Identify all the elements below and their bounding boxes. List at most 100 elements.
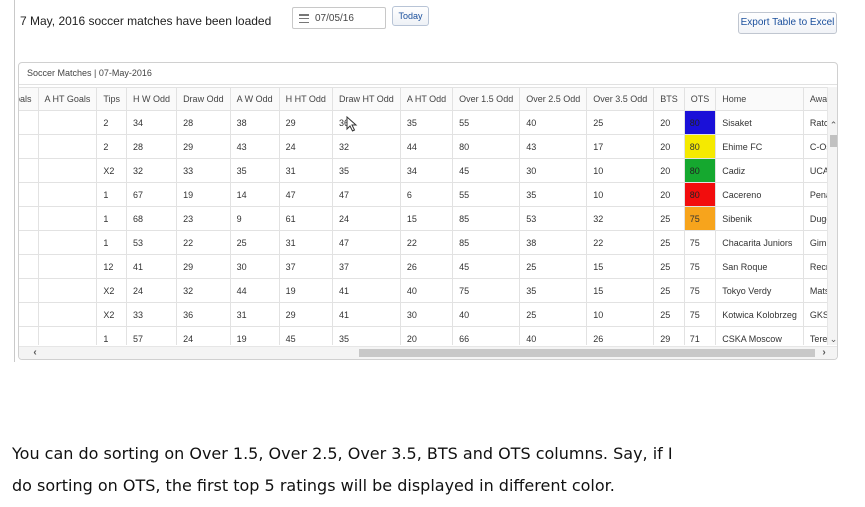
table-cell: Cacereno — [715, 182, 804, 207]
table-cell: 20 — [653, 134, 685, 159]
table-cell: 14 — [229, 182, 280, 207]
column-header[interactable]: OTS — [683, 87, 717, 111]
table-cell: 9 — [229, 206, 280, 231]
table-cell: 25 — [653, 230, 685, 255]
table-cell: 47 — [331, 182, 401, 207]
table-cell: 29 — [653, 326, 685, 345]
column-header[interactable]: A HT Odd — [399, 87, 454, 111]
table-cell: 44 — [229, 278, 280, 303]
table-row[interactable]: 22829432432448043172080Ehime FCC-Osaka — [19, 134, 827, 159]
table-cell — [37, 302, 98, 327]
column-header[interactable]: BTS — [653, 87, 685, 111]
table-cell: 19 — [229, 326, 280, 345]
table-row[interactable]: 1671914474765535102080CacerenoPena Sport — [19, 182, 827, 207]
scroll-left-icon[interactable]: ‹ — [29, 347, 41, 359]
table-cell: 12 — [96, 254, 128, 279]
export-excel-button[interactable]: Export Table to Excel — [738, 12, 837, 34]
table-cell: 10 — [586, 302, 655, 327]
column-header[interactable]: A W Odd — [229, 87, 280, 111]
table-cell: 75 — [683, 230, 717, 255]
table-cell: 30 — [229, 254, 280, 279]
table-cell: 10 — [586, 182, 655, 207]
table-row[interactable]: 15724194535206640262971CSKA MoscowTerek … — [19, 326, 827, 345]
table-cell: 2 — [96, 134, 128, 159]
table-cell: 44 — [399, 134, 454, 159]
table-cell: 36 — [331, 110, 401, 135]
table-cell: 53 — [519, 206, 588, 231]
table-cell: 17 — [586, 134, 655, 159]
table-cell: Gimnasia Jujuy — [802, 230, 827, 255]
table-row[interactable]: X2 33 36 31 29 41 30 40 25 10 25 75 Kotwica Kolobrze… — [19, 302, 827, 327]
table-cell: 31 — [229, 302, 280, 327]
column-header[interactable]: A HT Goals — [37, 87, 98, 111]
date-field[interactable]: 07/05/16 — [292, 7, 386, 29]
vertical-scrollbar[interactable]: ⌃ ⌄ — [827, 87, 837, 345]
date-value: 07/05/16 — [315, 12, 354, 24]
table-cell: 25 — [519, 302, 588, 327]
horizontal-scroll-thumb[interactable] — [359, 349, 815, 357]
table-cell: 75 — [683, 302, 717, 327]
table-row[interactable]: 23428382936355540252080SisaketRatchaburi — [19, 110, 827, 135]
scroll-right-icon[interactable]: › — [818, 347, 830, 359]
table-cell — [37, 254, 98, 279]
table-cell: 41 — [126, 254, 178, 279]
table-cell: 25 — [519, 254, 588, 279]
column-header[interactable]: H W Odd — [126, 87, 178, 111]
table-cell: 30 — [399, 302, 454, 327]
table-cell: 32 — [176, 278, 231, 303]
table-cell: 80 — [683, 158, 717, 183]
table-cell: Sibenik — [715, 206, 804, 231]
table-row[interactable]: 124129303737264525152575San RoqueRecreat… — [19, 254, 827, 279]
table-cell: 68 — [126, 206, 178, 231]
table-cell: 40 — [399, 278, 454, 303]
table-cell: 55 — [452, 182, 521, 207]
table-cell: 31 — [278, 230, 333, 255]
table-row[interactable]: X22432441941407535152575Tokyo VerdyMatsu… — [19, 278, 827, 303]
column-header[interactable]: Goals — [19, 87, 39, 111]
table-cell: 35 — [399, 110, 454, 135]
table-cell: Kotwica Kolobrzeg — [715, 302, 804, 327]
column-header[interactable]: Draw HT Odd — [331, 87, 401, 111]
column-header[interactable]: Over 1.5 Odd — [452, 87, 521, 111]
column-header[interactable]: Tips — [96, 87, 128, 111]
vertical-scroll-thumb[interactable] — [830, 135, 837, 147]
horizontal-scrollbar[interactable]: ‹ › — [19, 346, 837, 359]
table-cell: C-Osaka — [802, 134, 827, 159]
column-header[interactable]: Over 2.5 Odd — [519, 87, 588, 111]
table-cell: 45 — [278, 326, 333, 345]
column-header[interactable]: Home — [715, 87, 804, 111]
table-cell: 28 — [126, 134, 178, 159]
matches-table: GoalsA HT GoalsTipsH W OddDraw OddA W Od… — [19, 87, 827, 345]
table-cell: 85 — [452, 206, 521, 231]
table-cell: 80 — [452, 134, 521, 159]
column-header[interactable]: Over 3.5 Odd — [586, 87, 655, 111]
table-cell: 1 — [96, 230, 128, 255]
table-cell: 22 — [176, 230, 231, 255]
table-cell: 40 — [519, 110, 588, 135]
table-cell — [19, 158, 39, 183]
today-button[interactable]: Today — [392, 6, 429, 26]
table-cell: 37 — [331, 254, 401, 279]
table-cell: Sisaket — [715, 110, 804, 135]
table-cell — [37, 110, 98, 135]
table-cell: 45 — [452, 254, 521, 279]
table-cell: 47 — [278, 182, 333, 207]
table-cell: 35 — [519, 278, 588, 303]
table-cell — [37, 326, 98, 345]
table-cell — [19, 302, 39, 327]
table-cell: 57 — [126, 326, 178, 345]
table-row[interactable]: 1 53 22 25 31 47 22 85 38 22 25 75 Chacarita Juniors… — [19, 230, 827, 255]
table-cell: 29 — [176, 134, 231, 159]
scroll-up-icon[interactable]: ⌃ — [828, 119, 837, 131]
table-row[interactable]: X23233353135344530102080CadizUCAM Murcia — [19, 158, 827, 183]
table-cell: 24 — [126, 278, 178, 303]
scroll-down-icon[interactable]: ⌄ — [828, 333, 837, 345]
column-header[interactable]: Draw Odd — [176, 87, 231, 111]
table-cell: 25 — [653, 278, 685, 303]
table-body: 23428382936355540252080SisaketRatchaburi… — [19, 110, 827, 345]
column-header[interactable]: Away — [802, 87, 827, 111]
column-header[interactable]: H HT Odd — [278, 87, 333, 111]
table-cell: X2 — [96, 278, 128, 303]
caption-line-1: You can do sorting on Over 1.5, Over 2.5… — [12, 444, 673, 463]
table-row[interactable]: 1682396124158553322575SibenikDugopolje — [19, 206, 827, 231]
